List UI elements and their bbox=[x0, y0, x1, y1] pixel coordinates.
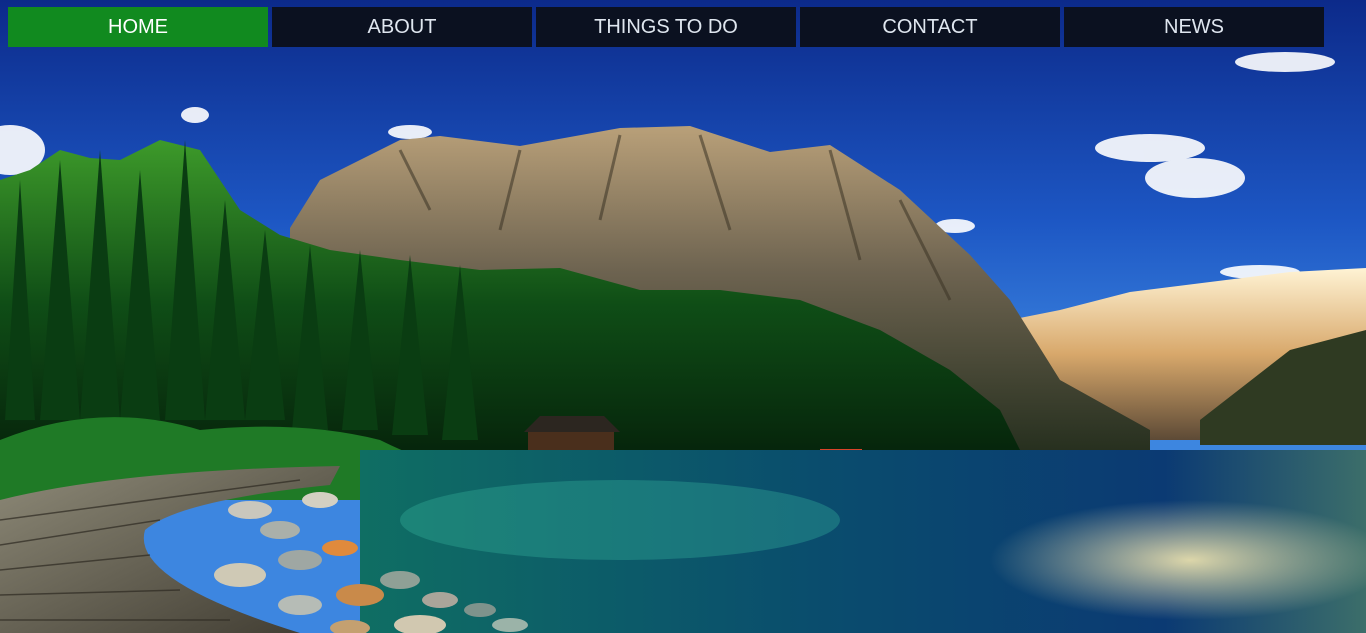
hero-landscape-image bbox=[0, 0, 1366, 633]
nav-contact[interactable]: CONTACT bbox=[800, 7, 1060, 47]
page: HOME ABOUT THINGS TO DO CONTACT NEWS bbox=[0, 0, 1366, 633]
nav-home[interactable]: HOME bbox=[8, 7, 268, 47]
nav-news[interactable]: NEWS bbox=[1064, 7, 1324, 47]
nav-about[interactable]: ABOUT bbox=[272, 7, 532, 47]
main-navigation: HOME ABOUT THINGS TO DO CONTACT NEWS bbox=[8, 7, 1324, 47]
nav-things-to-do[interactable]: THINGS TO DO bbox=[536, 7, 796, 47]
